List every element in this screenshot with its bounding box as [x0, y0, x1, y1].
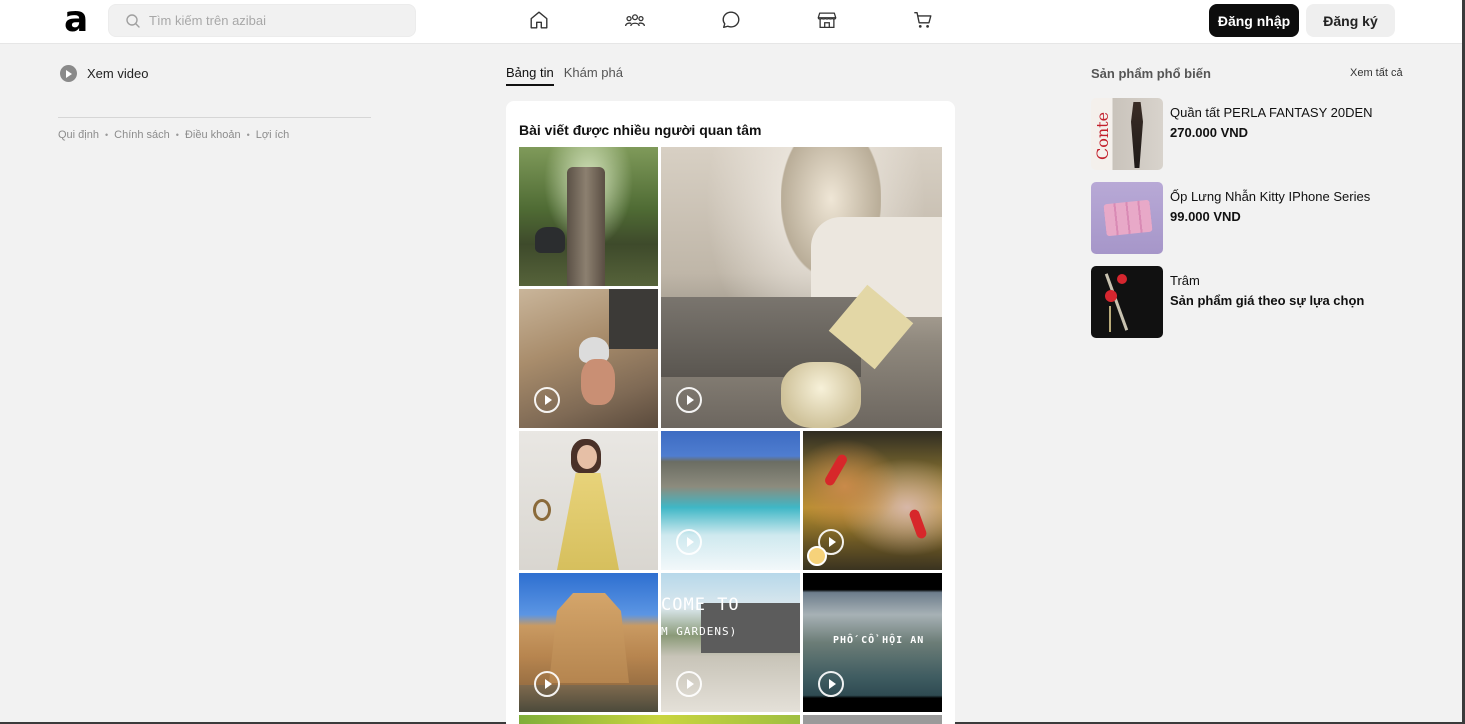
- play-button-icon[interactable]: [676, 671, 702, 697]
- search-input[interactable]: [149, 5, 409, 36]
- post-tile-partial[interactable]: [803, 715, 942, 724]
- phone-cases: [1103, 199, 1153, 237]
- separator-dot: •: [246, 130, 250, 140]
- pin-bead: [1105, 290, 1117, 302]
- link-policy[interactable]: Chính sách: [114, 129, 170, 141]
- rock-shadow: [609, 289, 658, 349]
- separator-dot: •: [175, 130, 179, 140]
- candle: [781, 362, 861, 428]
- play-button-icon[interactable]: [676, 387, 702, 413]
- groups-icon[interactable]: [624, 9, 648, 33]
- play-button-icon[interactable]: [534, 387, 560, 413]
- post-tile-tree[interactable]: [519, 147, 658, 286]
- play-circle-icon: [60, 65, 77, 82]
- separator-dot: •: [104, 130, 109, 140]
- welcome-text-line1: COME TO: [661, 595, 740, 615]
- link-terms[interactable]: Điều khoản: [185, 129, 241, 141]
- search-icon: [126, 14, 140, 28]
- avatar[interactable]: [807, 546, 827, 566]
- popular-posts-card: Bài viết được nhiều người quan tâm COME …: [506, 101, 955, 724]
- welcome-text-line2: M GARDENS): [661, 625, 738, 638]
- link-rules[interactable]: Qui định: [58, 129, 99, 141]
- chili: [908, 508, 928, 540]
- home-icon[interactable]: [528, 9, 552, 33]
- sidebar-divider: [58, 117, 371, 118]
- product-item[interactable]: Trâm Sản phẩm giá theo sự lựa chọn: [1091, 266, 1411, 338]
- hoi-an-caption: PHỐ CỔ HỘI AN: [833, 635, 925, 646]
- product-price: Sản phẩm giá theo sự lựa chọn: [1170, 293, 1365, 308]
- tab-news-feed[interactable]: Bảng tin: [506, 65, 554, 86]
- product-name: Ốp Lưng Nhẫn Kitty IPhone Series: [1170, 189, 1371, 204]
- product-thumbnail: [1091, 266, 1163, 338]
- product-price: 99.000 VND: [1170, 209, 1241, 224]
- bag: [533, 499, 551, 521]
- register-button[interactable]: Đăng ký: [1306, 4, 1395, 37]
- person-silhouette: [535, 227, 565, 253]
- tree-trunk: [567, 167, 605, 286]
- feed-tabs: Bảng tin Khám phá: [506, 65, 623, 86]
- post-tile-welcome-garden[interactable]: COME TO M GARDENS): [661, 573, 800, 712]
- brand-mark: Conte: [1093, 111, 1112, 160]
- pin-bead: [1117, 274, 1127, 284]
- store-icon[interactable]: [816, 9, 840, 33]
- section-title: Bài viết được nhiều người quan tâm: [519, 122, 762, 138]
- see-all-link[interactable]: Xem tất cả: [1350, 67, 1403, 79]
- top-header: a Tìm kiếm trên azibai Đăng nhập Đăng ký: [0, 0, 1462, 44]
- product-price: 270.000 VND: [1170, 125, 1249, 140]
- azibai-logo[interactable]: a: [64, 2, 96, 38]
- product-name: Trâm: [1170, 273, 1200, 288]
- dress: [557, 473, 619, 570]
- popular-products-title: Sản phẩm phổ biến: [1091, 66, 1211, 81]
- watch-video-link[interactable]: Xem video: [60, 65, 148, 82]
- product-thumbnail: [1091, 182, 1163, 254]
- post-tile-beach-selfie[interactable]: [519, 289, 658, 428]
- post-tile-hoi-an[interactable]: PHỐ CỔ HỘI AN: [803, 573, 942, 712]
- link-benefits[interactable]: Lợi ích: [256, 129, 290, 141]
- footer-links: Qui định • Chính sách • Điều khoản • Lợi…: [58, 129, 289, 141]
- login-button[interactable]: Đăng nhập: [1209, 4, 1299, 37]
- post-tile-yellow-dress[interactable]: [519, 431, 658, 570]
- chili: [823, 452, 849, 488]
- post-tile-seafood[interactable]: [803, 431, 942, 570]
- play-button-icon[interactable]: [818, 671, 844, 697]
- product-item[interactable]: Conte Quần tất PERLA FANTASY 20DEN 270.0…: [1091, 98, 1411, 170]
- post-tile-sea-cove[interactable]: [661, 431, 800, 570]
- palace-facade: [549, 593, 629, 683]
- post-tile-palace[interactable]: [519, 573, 658, 712]
- play-button-icon[interactable]: [534, 671, 560, 697]
- cart-icon[interactable]: [912, 9, 936, 33]
- play-button-icon[interactable]: [676, 529, 702, 555]
- face: [581, 359, 615, 405]
- face: [577, 445, 597, 469]
- chat-icon[interactable]: [720, 9, 744, 33]
- model-figure: [1131, 102, 1143, 168]
- search-box[interactable]: [108, 4, 416, 37]
- post-tile-living-room[interactable]: [661, 147, 942, 428]
- tassel: [1109, 306, 1111, 332]
- product-item[interactable]: Ốp Lưng Nhẫn Kitty IPhone Series 99.000 …: [1091, 182, 1411, 254]
- product-thumbnail: Conte: [1091, 98, 1163, 170]
- post-tile-partial[interactable]: [519, 715, 800, 724]
- watch-video-label: Xem video: [87, 66, 149, 81]
- tab-explore[interactable]: Khám phá: [564, 65, 623, 86]
- product-name: Quần tất PERLA FANTASY 20DEN: [1170, 105, 1373, 120]
